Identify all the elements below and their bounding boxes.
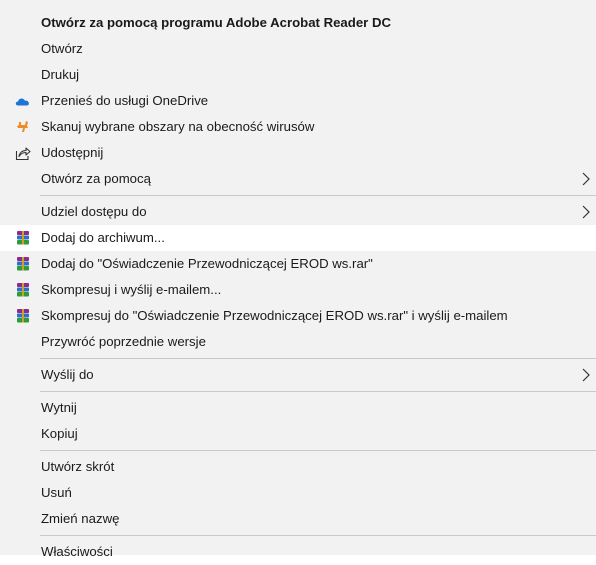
menu-item-restore-previous-versions[interactable]: Przywróć poprzednie wersje [0, 329, 596, 355]
menu-item-label: Zmień nazwę [41, 511, 120, 526]
chevron-right-icon [582, 172, 590, 186]
menu-item-label: Dodaj do archiwum... [41, 230, 165, 245]
menu-item-properties[interactable]: Właściwości [0, 539, 596, 565]
menu-item-label: Skanuj wybrane obszary na obecność wirus… [41, 119, 315, 134]
menu-item-delete[interactable]: Usuń [0, 480, 596, 506]
menu-item-label: Usuń [41, 485, 72, 500]
separator [40, 450, 596, 451]
menu-item-open[interactable]: Otwórz [0, 36, 596, 62]
menu-item-label: Wyślij do [41, 367, 94, 382]
menu-item-label: Otwórz za pomocą [41, 171, 151, 186]
winrar-icon [17, 231, 29, 245]
menu-item-label: Właściwości [41, 544, 113, 559]
context-menu: Otwórz za pomocą programu Adobe Acrobat … [0, 0, 596, 559]
menu-item-open-with-acrobat[interactable]: Otwórz za pomocą programu Adobe Acrobat … [0, 10, 596, 36]
menu-item-label: Przenieś do usługi OneDrive [41, 93, 209, 108]
menu-item-rename[interactable]: Zmień nazwę [0, 506, 596, 532]
menu-item-label: Skompresuj i wyślij e-mailem... [41, 282, 222, 297]
chevron-right-icon [582, 205, 590, 219]
winrar-icon [17, 309, 29, 323]
winrar-icon [17, 283, 29, 297]
menu-item-scan-viruses[interactable]: Skanuj wybrane obszary na obecność wirus… [0, 114, 596, 140]
menu-item-label: Dodaj do "Oświadczenie Przewodniczącej E… [41, 256, 373, 271]
separator [40, 535, 596, 536]
menu-item-label: Utwórz skrót [41, 459, 115, 474]
separator [40, 195, 596, 196]
menu-item-label: Kopiuj [41, 426, 78, 441]
menu-item-create-shortcut[interactable]: Utwórz skrót [0, 454, 596, 480]
menu-item-label: Otwórz za pomocą programu Adobe Acrobat … [41, 15, 392, 30]
menu-item-send-to[interactable]: Wyślij do [0, 362, 596, 388]
menu-item-label: Udostępnij [41, 145, 104, 160]
menu-item-open-with[interactable]: Otwórz za pomocą [0, 166, 596, 192]
menu-item-give-access-to[interactable]: Udziel dostępu do [0, 199, 596, 225]
menu-item-cut[interactable]: Wytnij [0, 395, 596, 421]
menu-item-label: Skompresuj do "Oświadczenie Przewodniczą… [41, 308, 508, 323]
chevron-right-icon [582, 368, 590, 382]
menu-item-copy[interactable]: Kopiuj [0, 421, 596, 447]
separator [40, 391, 596, 392]
antivirus-icon [17, 121, 28, 132]
menu-item-label: Udziel dostępu do [41, 204, 147, 219]
menu-item-move-to-onedrive[interactable]: Przenieś do usługi OneDrive [0, 88, 596, 114]
menu-item-compress-to-rar-and-email[interactable]: Skompresuj do "Oświadczenie Przewodniczą… [0, 303, 596, 329]
share-icon [15, 147, 31, 161]
menu-item-add-to-archive[interactable]: Dodaj do archiwum... [0, 225, 596, 251]
menu-item-compress-and-email[interactable]: Skompresuj i wyślij e-mailem... [0, 277, 596, 303]
onedrive-icon [15, 98, 29, 106]
menu-item-label: Otwórz [41, 41, 83, 56]
menu-item-label: Wytnij [41, 400, 77, 415]
menu-item-share[interactable]: Udostępnij [0, 140, 596, 166]
winrar-icon [17, 257, 29, 271]
menu-item-label: Drukuj [41, 67, 80, 82]
menu-item-add-to-rar[interactable]: Dodaj do "Oświadczenie Przewodniczącej E… [0, 251, 596, 277]
menu-item-label: Przywróć poprzednie wersje [41, 334, 206, 349]
separator [40, 358, 596, 359]
menu-item-print[interactable]: Drukuj [0, 62, 596, 88]
